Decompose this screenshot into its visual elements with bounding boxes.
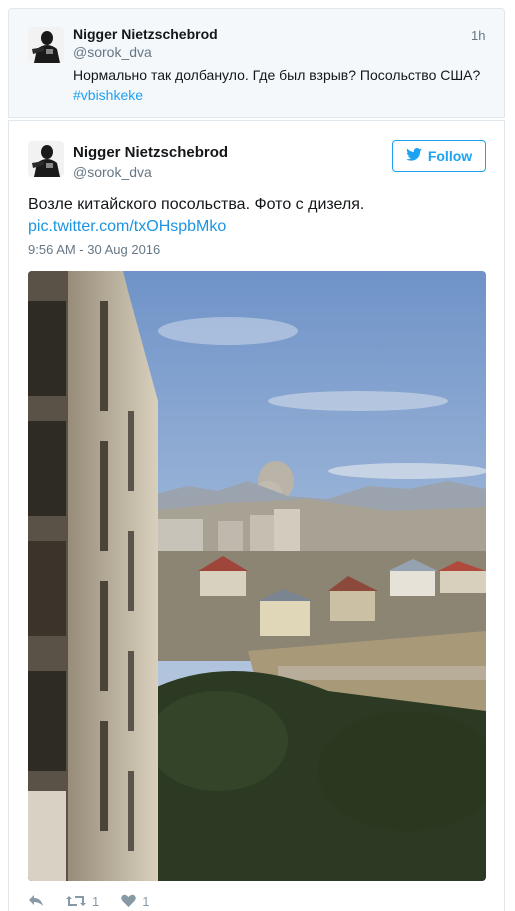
follow-button[interactable]: Follow xyxy=(392,140,486,172)
like-button[interactable]: 1 xyxy=(121,894,149,909)
retweet-count: 1 xyxy=(92,893,100,909)
tweet-text-line: Нормально так долбануло. Где был взрыв? … xyxy=(73,67,481,83)
reply-button[interactable] xyxy=(28,894,44,908)
twitter-bird-icon xyxy=(406,148,422,164)
tweet-text-line: Возле китайского посольства. Фото с дизе… xyxy=(28,196,365,213)
heart-icon xyxy=(121,894,136,908)
avatar[interactable] xyxy=(28,141,64,177)
retweet-button[interactable]: 1 xyxy=(66,894,99,909)
author-handle[interactable]: @sorok_dva xyxy=(73,44,152,60)
tweet-time[interactable]: 1h xyxy=(471,28,485,43)
avatar[interactable] xyxy=(28,27,64,63)
hashtag-link[interactable]: #vbishkeke xyxy=(73,85,493,105)
main-tweet: Nigger Nietzschebrod @sorok_dva Follow В… xyxy=(8,120,505,911)
tweet-text: Нормально так долбануло. Где был взрыв? … xyxy=(73,65,493,105)
author-handle[interactable]: @sorok_dva xyxy=(73,164,152,180)
tweet-photo[interactable] xyxy=(28,271,486,881)
photo-link[interactable]: pic.twitter.com/txOHspbMko xyxy=(28,216,486,238)
parent-tweet[interactable]: Nigger Nietzschebrod @sorok_dva 1h Норма… xyxy=(8,8,505,118)
retweet-icon xyxy=(66,894,86,908)
tweet-timestamp[interactable]: 9:56 AM - 30 Aug 2016 xyxy=(28,242,160,257)
tweet-actions: 1 1 xyxy=(28,891,171,911)
author-name[interactable]: Nigger Nietzschebrod xyxy=(73,144,228,161)
like-count: 1 xyxy=(142,893,150,909)
follow-label: Follow xyxy=(427,148,473,164)
author-name[interactable]: Nigger Nietzschebrod xyxy=(73,26,218,42)
tweet-text: Возле китайского посольства. Фото с дизе… xyxy=(28,194,486,238)
reply-icon xyxy=(28,894,44,908)
